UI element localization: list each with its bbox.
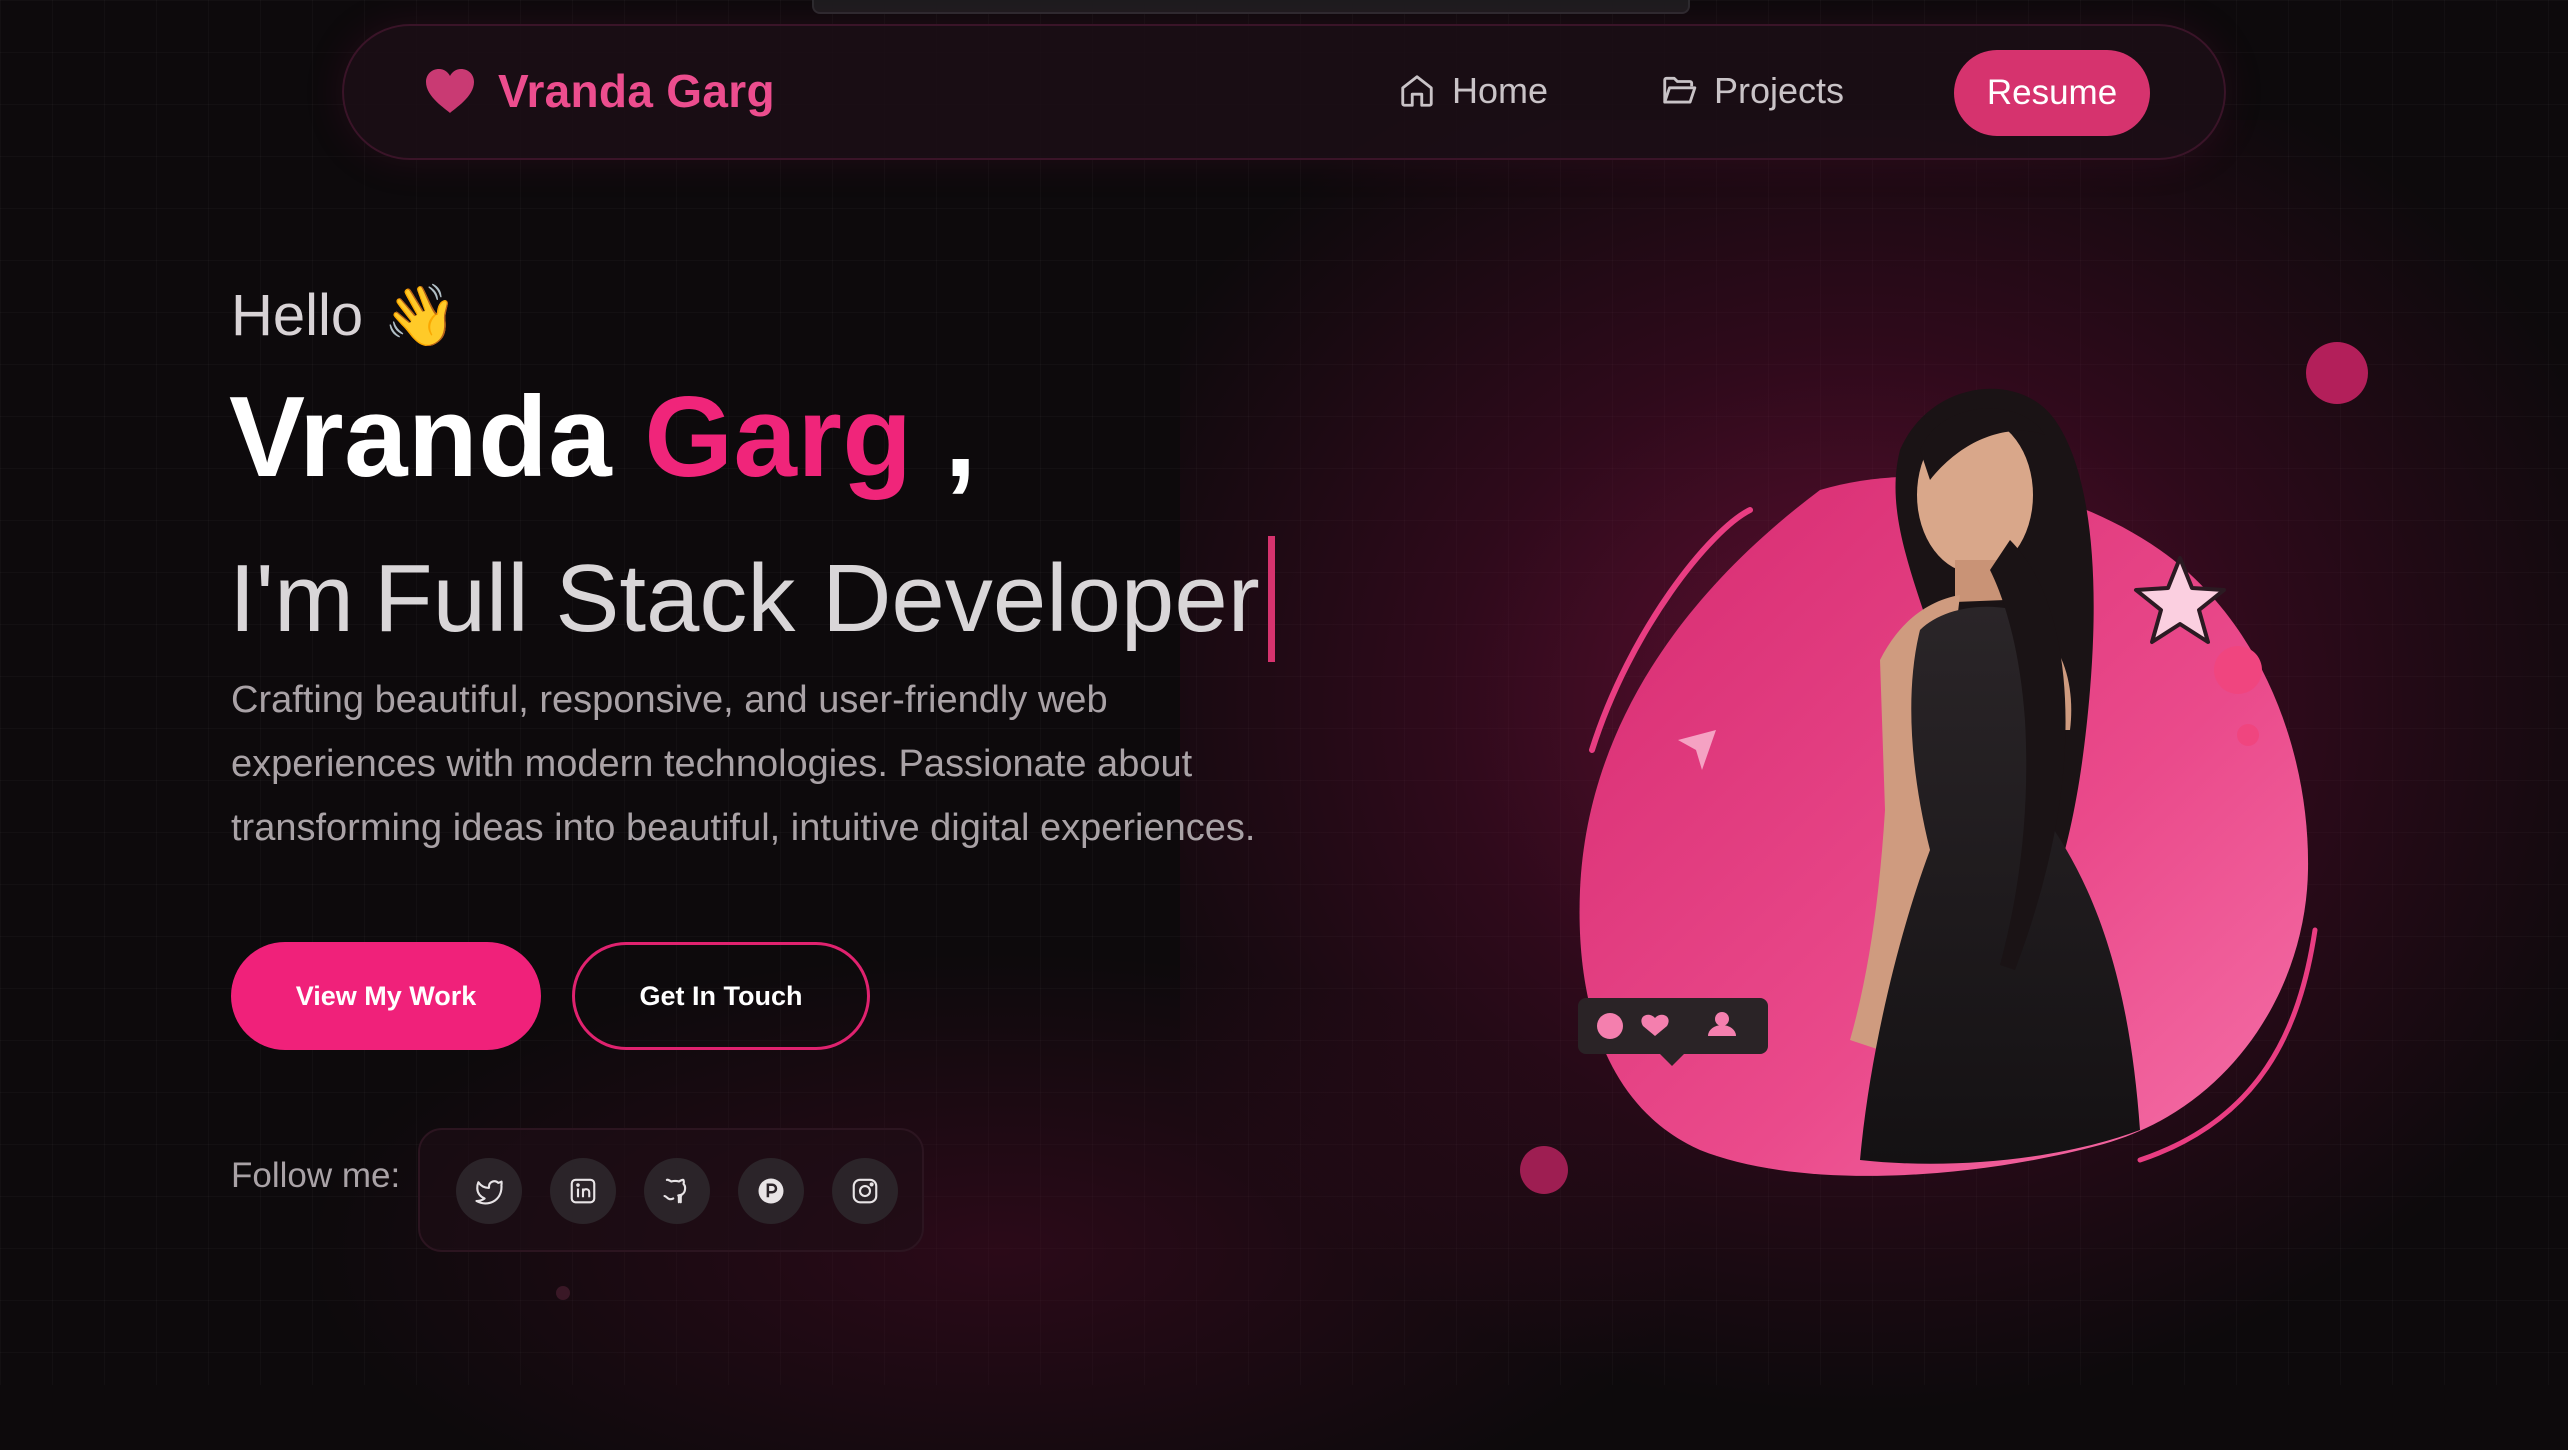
twitter-link[interactable] [456,1158,522,1224]
nav-projects[interactable]: Projects [1660,70,1844,112]
browser-overlay-bar [812,0,1690,14]
greeting: Hello 👋 [231,280,458,351]
role-line: I'm Full Stack Developer [229,536,1275,662]
greeting-text: Hello [231,283,364,348]
hero-name: Vranda Garg , [229,372,977,503]
hero-description: Crafting beautiful, responsive, and user… [231,679,1256,849]
nav-home-label: Home [1452,70,1549,111]
instagram-icon [852,1178,878,1204]
waving-hand-icon: 👋 [383,282,458,349]
folder-icon [1663,76,1697,104]
role-prefix: I'm [229,545,354,652]
typing-cursor [1267,536,1275,662]
producthunt-link[interactable] [738,1158,804,1224]
producthunt-icon [758,1178,784,1204]
navbar: Vranda Garg Home Projects Resume [342,24,2226,160]
follow-label: Follow me: [231,1156,401,1195]
linkedin-link[interactable] [550,1158,616,1224]
brand-logo[interactable]: Vranda Garg [424,64,775,118]
social-links [418,1128,924,1252]
nav-projects-label: Projects [1714,70,1845,111]
role-text: Full Stack Developer [373,545,1260,652]
decor-dot [556,1286,570,1300]
linkedin-icon [570,1178,596,1204]
get-in-touch-button[interactable]: Get In Touch [572,942,870,1050]
nav-home[interactable]: Home [1398,70,1548,112]
hero-illustration [1500,330,2360,1230]
github-icon [663,1178,687,1204]
instagram-link[interactable] [832,1158,898,1224]
hero-blob-art [1578,388,2318,1176]
github-link[interactable] [644,1158,710,1224]
comment-icon [1597,1013,1623,1039]
brand-name: Vranda Garg [498,65,775,117]
decor-dot [2306,342,2368,404]
hero-comma: , [944,374,977,501]
resume-button[interactable]: Resume [1954,50,2150,136]
twitter-icon [475,1180,503,1205]
decor-dot [1520,1146,1568,1194]
hero-first-name: Vranda [229,374,613,501]
view-my-work-button[interactable]: View My Work [231,942,541,1050]
heart-icon [426,69,474,113]
user-icon [1715,1012,1729,1026]
hero-last-name: Garg [644,374,913,501]
home-icon [1401,75,1433,107]
